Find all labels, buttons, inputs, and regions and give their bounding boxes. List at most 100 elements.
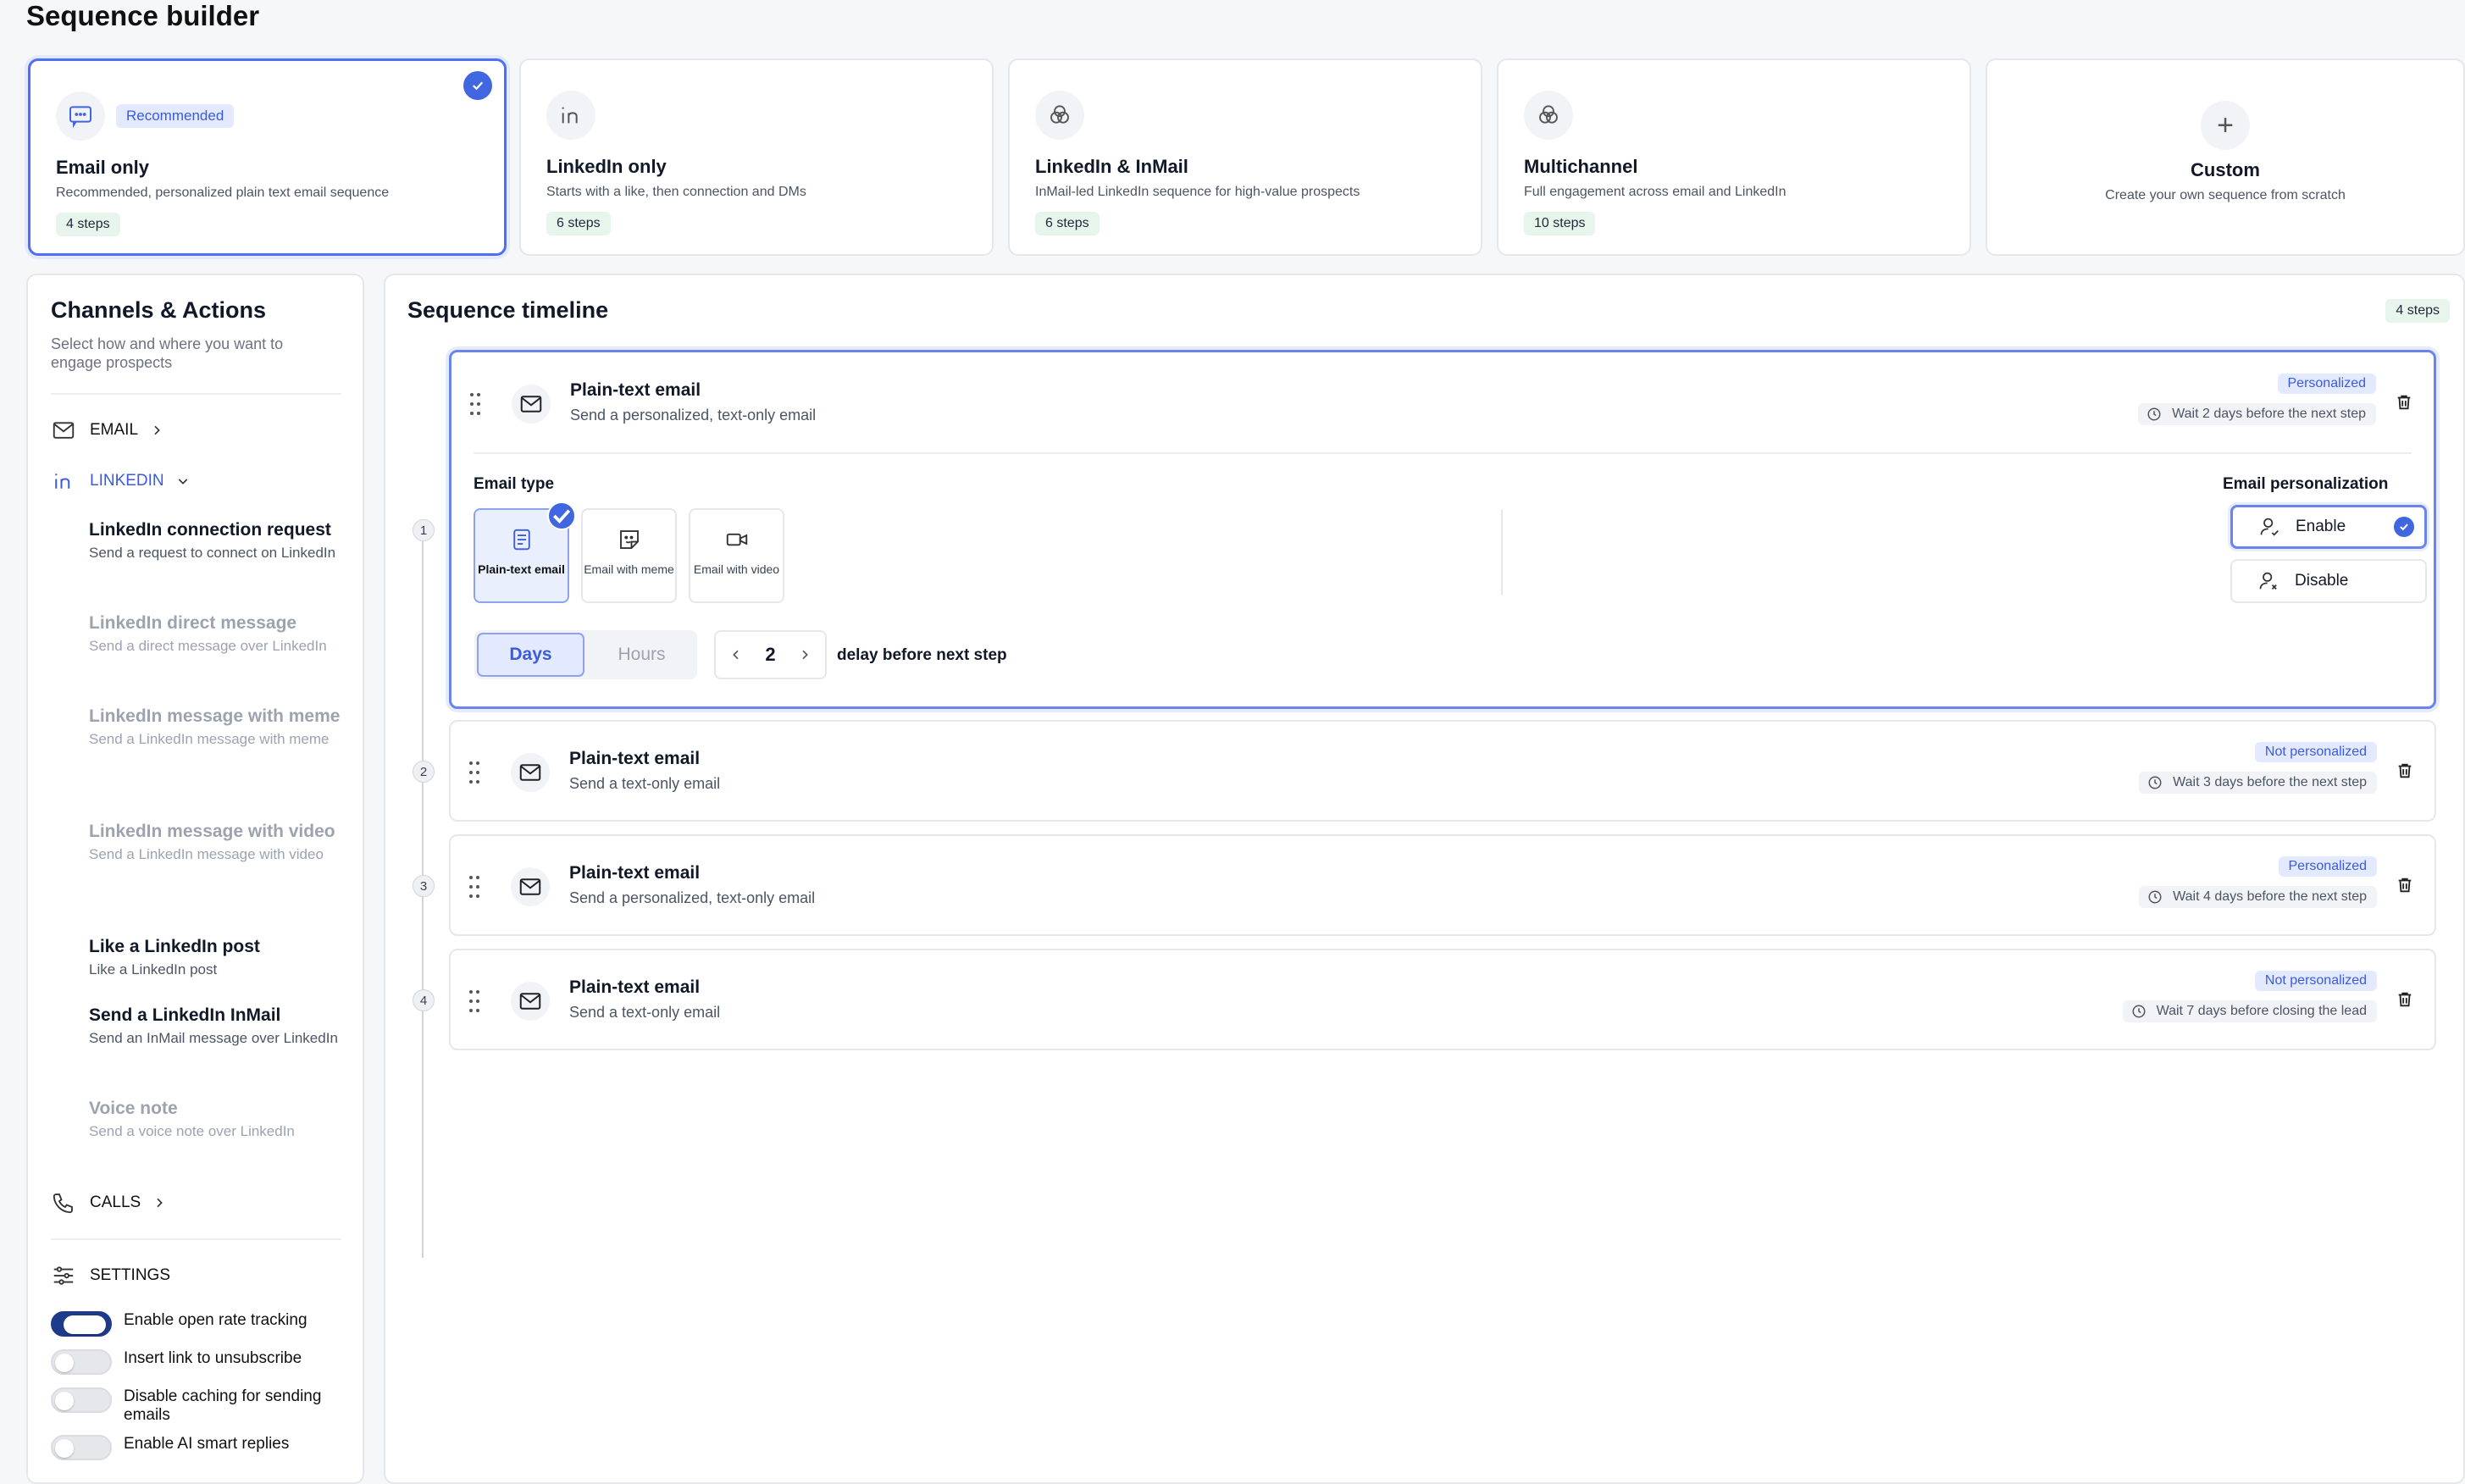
- email-type-label: Email with meme: [584, 562, 674, 576]
- setting-caching: Disable caching for sending emails: [51, 1387, 344, 1425]
- template-cards: Recommended Email only Recommended, pers…: [28, 58, 2465, 256]
- wait-text: Wait 2 days before the next step: [2172, 407, 2366, 421]
- mail-icon: [511, 867, 550, 906]
- setting-unsubscribe: Insert link to unsubscribe: [51, 1349, 344, 1375]
- action-name: LinkedIn connection request: [89, 520, 331, 540]
- step-title: Plain-text email: [569, 977, 701, 997]
- action-linkedin-meme[interactable]: LinkedIn message with meme Send a Linked…: [89, 706, 343, 751]
- timeline-title: Sequence timeline: [407, 297, 609, 323]
- email-type-video[interactable]: Email with video: [689, 508, 784, 603]
- template-card-email-only[interactable]: Recommended Email only Recommended, pers…: [28, 58, 507, 256]
- drag-handle-icon[interactable]: [468, 760, 481, 785]
- template-name: Custom: [2191, 159, 2260, 180]
- wait-text: Wait 4 days before the next step: [2173, 889, 2367, 904]
- template-card-multichannel[interactable]: Multichannel Full engagement across emai…: [1497, 58, 1971, 256]
- step-number: 3: [413, 875, 435, 897]
- action-like-post[interactable]: Like a LinkedIn post Like a LinkedIn pos…: [89, 936, 343, 982]
- ai-replies-toggle[interactable]: [51, 1435, 112, 1460]
- action-desc: Send a LinkedIn message with video: [89, 846, 324, 862]
- unsubscribe-toggle[interactable]: [51, 1349, 112, 1375]
- trash-icon[interactable]: [2395, 392, 2413, 413]
- chevron-right-icon: [154, 425, 160, 435]
- settings-label: SETTINGS: [90, 1266, 171, 1284]
- unit-days-option[interactable]: Days: [477, 633, 584, 677]
- user-x-icon: [2259, 572, 2277, 590]
- setting-ai-replies: Enable AI smart replies: [51, 1435, 344, 1460]
- mail-icon: [511, 982, 550, 1021]
- personalization-badge: Not personalized: [2254, 971, 2377, 991]
- clock-icon: [2147, 407, 2161, 421]
- template-card-custom[interactable]: + Custom Create your own sequence from s…: [1986, 58, 2465, 256]
- step-title: Plain-text email: [570, 380, 701, 400]
- template-name: Email only: [56, 157, 150, 178]
- linkedin-icon: [55, 473, 70, 489]
- step-number: 2: [413, 761, 435, 783]
- step-desc: Send a text-only email: [569, 1004, 721, 1021]
- delay-stepper: 2: [714, 630, 827, 679]
- timeline-step[interactable]: Plain-text email Send a text-only email …: [449, 720, 2436, 822]
- trash-icon[interactable]: [2396, 761, 2414, 781]
- delay-value[interactable]: 2: [765, 644, 775, 666]
- timeline-step[interactable]: Plain-text email Send a text-only email …: [449, 949, 2436, 1050]
- check-icon: [547, 501, 576, 530]
- email-type-plain-text[interactable]: Plain-text email: [474, 501, 576, 603]
- open-rate-toggle[interactable]: [51, 1311, 112, 1337]
- clock-icon: [2148, 776, 2162, 789]
- drag-handle-icon[interactable]: [468, 874, 481, 900]
- action-linkedin-video[interactable]: LinkedIn message with video Send a Linke…: [89, 821, 343, 867]
- toggle-label: Disable caching for sending emails: [124, 1387, 322, 1424]
- step-title: Plain-text email: [569, 863, 701, 883]
- divider: [1501, 510, 1503, 595]
- chevron-left-icon[interactable]: [729, 648, 743, 662]
- action-name: LinkedIn message with video: [89, 822, 335, 841]
- email-type-meme[interactable]: Email with meme: [581, 508, 677, 603]
- template-name: LinkedIn & InMail: [1035, 156, 1188, 177]
- chevron-right-icon[interactable]: [798, 648, 812, 662]
- channel-calls[interactable]: CALLS: [51, 1190, 166, 1215]
- action-voice-note[interactable]: Voice note Send a voice note over Linked…: [89, 1098, 343, 1143]
- wait-chip: Wait 4 days before the next step: [2139, 886, 2377, 908]
- toggle-label: Enable AI smart replies: [124, 1435, 290, 1453]
- user-check-icon: [2260, 518, 2279, 536]
- personalization-badge: Personalized: [2278, 856, 2377, 877]
- channel-email[interactable]: EMAIL: [51, 418, 163, 443]
- caching-toggle[interactable]: [51, 1387, 112, 1413]
- trash-icon[interactable]: [2396, 875, 2414, 895]
- action-linkedin-connection[interactable]: LinkedIn connection request Send a reque…: [89, 519, 343, 565]
- settings-header: SETTINGS: [51, 1263, 170, 1288]
- personalization-label: Email personalization: [2223, 475, 2389, 493]
- clock-icon: [2132, 1005, 2146, 1018]
- template-card-linkedin-inmail[interactable]: LinkedIn & InMail InMail-led LinkedIn se…: [1008, 58, 1482, 256]
- action-desc: Send a direct message over LinkedIn: [89, 638, 327, 654]
- template-card-linkedin-only[interactable]: LinkedIn only Starts with a like, then c…: [519, 58, 994, 256]
- unit-hours-option[interactable]: Hours: [589, 633, 695, 677]
- trash-icon[interactable]: [2396, 989, 2414, 1010]
- personalization-badge: Not personalized: [2254, 742, 2377, 762]
- action-linkedin-dm[interactable]: LinkedIn direct message Send a direct me…: [89, 612, 343, 658]
- action-inmail[interactable]: Send a LinkedIn InMail Send an InMail me…: [89, 1005, 343, 1050]
- template-steps-badge: 6 steps: [1035, 212, 1100, 235]
- sequence-timeline-panel: Sequence timeline 4 steps 1 2 3 4 Plain-…: [384, 274, 2465, 1484]
- sliders-icon: [53, 1266, 74, 1285]
- timeline-step[interactable]: Plain-text email Send a personalized, te…: [449, 834, 2436, 936]
- template-steps-badge: 10 steps: [1524, 212, 1596, 235]
- mail-icon: [512, 385, 551, 424]
- toggle-label: Insert link to unsubscribe: [124, 1349, 302, 1367]
- mail-icon: [511, 753, 550, 792]
- step-desc: Send a personalized, text-only email: [569, 889, 816, 906]
- wait-chip: Wait 2 days before the next step: [2138, 403, 2376, 425]
- action-desc: Like a LinkedIn post: [89, 961, 218, 977]
- channel-linkedin[interactable]: LINKEDIN: [51, 468, 190, 494]
- wait-chip: Wait 7 days before closing the lead: [2122, 1000, 2377, 1022]
- drag-handle-icon[interactable]: [468, 988, 481, 1014]
- enable-personalization-button[interactable]: Enable: [2230, 505, 2427, 549]
- drag-handle-icon[interactable]: [468, 391, 482, 417]
- template-name: Multichannel: [1524, 156, 1638, 177]
- delay-label: delay before next step: [837, 646, 1007, 664]
- template-desc: InMail-led LinkedIn sequence for high-va…: [1035, 185, 1360, 199]
- timeline-step[interactable]: Plain-text email Send a personalized, te…: [449, 350, 2436, 709]
- disable-personalization-button[interactable]: Disable: [2230, 559, 2427, 603]
- step-desc: Send a personalized, text-only email: [570, 407, 817, 424]
- step-desc: Send a text-only email: [569, 775, 721, 792]
- action-desc: Send a LinkedIn message with meme: [89, 731, 330, 747]
